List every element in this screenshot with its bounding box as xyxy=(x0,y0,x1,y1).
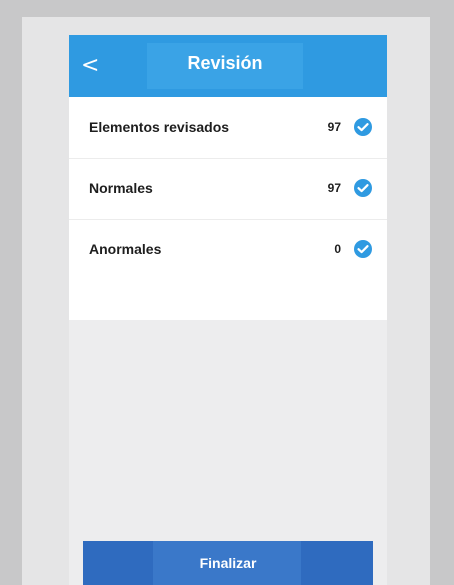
device-frame: < Revisión Elementos revisados 97 Normal… xyxy=(22,17,430,585)
row-count: 0 xyxy=(334,242,341,256)
back-chevron-icon[interactable]: < xyxy=(81,53,107,79)
check-circle-icon xyxy=(354,179,372,197)
row-normales: Normales 97 xyxy=(69,158,387,219)
row-count: 97 xyxy=(327,181,341,195)
finalizar-button[interactable]: Finalizar xyxy=(83,541,373,585)
finalizar-button-label: Finalizar xyxy=(199,555,257,571)
check-circle-icon xyxy=(354,118,372,136)
row-count: 97 xyxy=(327,120,341,134)
row-label: Elementos revisados xyxy=(89,119,230,135)
summary-list: Elementos revisados 97 Normales 97 Anorm… xyxy=(69,97,387,320)
header-bar: < Revisión xyxy=(69,35,387,97)
row-label: Anormales xyxy=(89,241,162,257)
page-title: Revisión xyxy=(187,53,263,73)
row-anormales: Anormales 0 xyxy=(69,219,387,280)
app-screen: < Revisión Elementos revisados 97 Normal… xyxy=(69,35,387,585)
check-circle-icon xyxy=(354,240,372,258)
row-label: Normales xyxy=(89,180,153,196)
row-elementos-revisados: Elementos revisados 97 xyxy=(69,97,387,158)
